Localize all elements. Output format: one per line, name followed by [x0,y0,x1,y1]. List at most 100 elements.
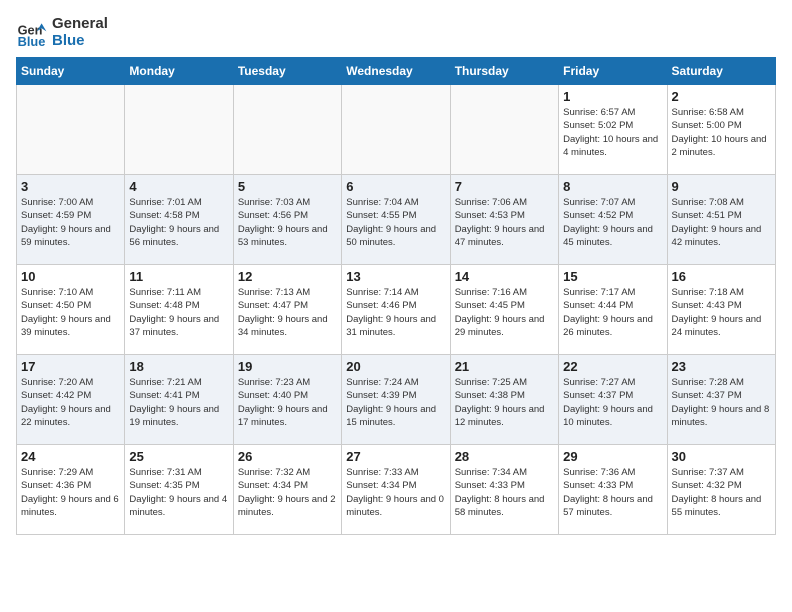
day-number: 2 [672,89,771,104]
day-info: Sunrise: 7:33 AM Sunset: 4:34 PM Dayligh… [346,466,445,519]
page-header: Gen Blue General Blue [16,16,776,49]
calendar-cell: 7 Sunrise: 7:06 AM Sunset: 4:53 PM Daylig… [450,175,558,265]
day-info: Sunrise: 7:24 AM Sunset: 4:39 PM Dayligh… [346,376,445,429]
calendar-cell: 21 Sunrise: 7:25 AM Sunset: 4:38 PM Dayli… [450,355,558,445]
day-number: 3 [21,179,120,194]
day-info: Sunrise: 7:01 AM Sunset: 4:58 PM Dayligh… [129,196,228,249]
calendar-cell: 16Sunrise: 7:18 AM Sunset: 4:43 PM Dayli… [667,265,775,355]
calendar-cell: 5 Sunrise: 7:03 AM Sunset: 4:56 PM Daylig… [233,175,341,265]
logo-general: General [52,16,108,33]
calendar-cell: 9 Sunrise: 7:08 AM Sunset: 4:51 PM Daylig… [667,175,775,265]
calendar-cell: 11 Sunrise: 7:11 AM Sunset: 4:48 PM Dayli… [125,265,233,355]
day-number: 22 [563,359,662,374]
calendar-cell: 24 Sunrise: 7:29 AM Sunset: 4:36 PM Dayli… [17,445,125,535]
calendar-week-3: 10 Sunrise: 7:10 AM Sunset: 4:50 PM Dayli… [17,265,776,355]
day-number: 30 [672,449,771,464]
calendar-cell: 4 Sunrise: 7:01 AM Sunset: 4:58 PM Daylig… [125,175,233,265]
day-info: Sunrise: 7:10 AM Sunset: 4:50 PM Dayligh… [21,286,120,339]
calendar-cell: 12 Sunrise: 7:13 AM Sunset: 4:47 PM Dayli… [233,265,341,355]
calendar-cell: 20 Sunrise: 7:24 AM Sunset: 4:39 PM Dayli… [342,355,450,445]
day-number: 27 [346,449,445,464]
day-number: 5 [238,179,337,194]
day-info: Sunrise: 7:37 AM Sunset: 4:32 PM Dayligh… [672,466,771,519]
calendar-cell [450,85,558,175]
calendar-cell: 22 Sunrise: 7:27 AM Sunset: 4:37 PM Dayli… [559,355,667,445]
day-number: 7 [455,179,554,194]
day-info: Sunrise: 7:25 AM Sunset: 4:38 PM Dayligh… [455,376,554,429]
calendar-cell: 13Sunrise: 7:14 AM Sunset: 4:46 PM Dayli… [342,265,450,355]
day-number: 28 [455,449,554,464]
day-number: 21 [455,359,554,374]
day-number: 12 [238,269,337,284]
calendar-cell: 2Sunrise: 6:58 AM Sunset: 5:00 PM Daylig… [667,85,775,175]
day-info: Sunrise: 6:57 AM Sunset: 5:02 PM Dayligh… [563,106,662,159]
day-number: 19 [238,359,337,374]
calendar-cell: 1 Sunrise: 6:57 AM Sunset: 5:02 PM Daylig… [559,85,667,175]
day-info: Sunrise: 7:13 AM Sunset: 4:47 PM Dayligh… [238,286,337,339]
day-number: 4 [129,179,228,194]
day-number: 14 [455,269,554,284]
weekday-header-saturday: Saturday [667,58,775,85]
calendar-cell: 14 Sunrise: 7:16 AM Sunset: 4:45 PM Dayli… [450,265,558,355]
day-info: Sunrise: 7:07 AM Sunset: 4:52 PM Dayligh… [563,196,662,249]
day-number: 18 [129,359,228,374]
weekday-header-friday: Friday [559,58,667,85]
day-info: Sunrise: 7:23 AM Sunset: 4:40 PM Dayligh… [238,376,337,429]
calendar-cell [233,85,341,175]
day-info: Sunrise: 7:34 AM Sunset: 4:33 PM Dayligh… [455,466,554,519]
calendar-cell: 10 Sunrise: 7:10 AM Sunset: 4:50 PM Dayli… [17,265,125,355]
svg-text:Blue: Blue [18,33,46,48]
calendar-week-2: 3 Sunrise: 7:00 AM Sunset: 4:59 PM Daylig… [17,175,776,265]
day-number: 23 [672,359,771,374]
weekday-header-sunday: Sunday [17,58,125,85]
calendar-cell: 15 Sunrise: 7:17 AM Sunset: 4:44 PM Dayli… [559,265,667,355]
day-number: 6 [346,179,445,194]
day-info: Sunrise: 7:31 AM Sunset: 4:35 PM Dayligh… [129,466,228,519]
calendar-cell [125,85,233,175]
logo-blue: Blue [52,33,108,50]
day-number: 8 [563,179,662,194]
calendar-cell: 8 Sunrise: 7:07 AM Sunset: 4:52 PM Daylig… [559,175,667,265]
day-info: Sunrise: 7:36 AM Sunset: 4:33 PM Dayligh… [563,466,662,519]
calendar-cell: 23 Sunrise: 7:28 AM Sunset: 4:37 PM Dayli… [667,355,775,445]
calendar-cell: 3 Sunrise: 7:00 AM Sunset: 4:59 PM Daylig… [17,175,125,265]
day-number: 9 [672,179,771,194]
day-number: 16 [672,269,771,284]
weekday-header-wednesday: Wednesday [342,58,450,85]
day-info: Sunrise: 7:28 AM Sunset: 4:37 PM Dayligh… [672,376,771,429]
day-info: Sunrise: 7:00 AM Sunset: 4:59 PM Dayligh… [21,196,120,249]
day-info: Sunrise: 7:16 AM Sunset: 4:45 PM Dayligh… [455,286,554,339]
day-number: 29 [563,449,662,464]
day-number: 24 [21,449,120,464]
day-number: 25 [129,449,228,464]
day-info: Sunrise: 7:03 AM Sunset: 4:56 PM Dayligh… [238,196,337,249]
calendar-week-4: 17Sunrise: 7:20 AM Sunset: 4:42 PM Dayli… [17,355,776,445]
day-number: 11 [129,269,228,284]
day-info: Sunrise: 7:20 AM Sunset: 4:42 PM Dayligh… [21,376,120,429]
day-number: 15 [563,269,662,284]
calendar-week-5: 24 Sunrise: 7:29 AM Sunset: 4:36 PM Dayli… [17,445,776,535]
calendar-cell: 30 Sunrise: 7:37 AM Sunset: 4:32 PM Dayli… [667,445,775,535]
day-info: Sunrise: 7:06 AM Sunset: 4:53 PM Dayligh… [455,196,554,249]
calendar-cell [17,85,125,175]
day-info: Sunrise: 7:11 AM Sunset: 4:48 PM Dayligh… [129,286,228,339]
day-info: Sunrise: 7:08 AM Sunset: 4:51 PM Dayligh… [672,196,771,249]
day-info: Sunrise: 7:27 AM Sunset: 4:37 PM Dayligh… [563,376,662,429]
weekday-header-monday: Monday [125,58,233,85]
calendar-table: SundayMondayTuesdayWednesdayThursdayFrid… [16,57,776,535]
calendar-week-1: 1 Sunrise: 6:57 AM Sunset: 5:02 PM Daylig… [17,85,776,175]
weekday-header-row: SundayMondayTuesdayWednesdayThursdayFrid… [17,58,776,85]
day-number: 1 [563,89,662,104]
day-number: 10 [21,269,120,284]
day-info: Sunrise: 7:14 AM Sunset: 4:46 PM Dayligh… [346,286,445,339]
day-info: Sunrise: 7:17 AM Sunset: 4:44 PM Dayligh… [563,286,662,339]
logo-icon: Gen Blue [16,17,48,49]
calendar-cell: 19 Sunrise: 7:23 AM Sunset: 4:40 PM Dayli… [233,355,341,445]
day-number: 20 [346,359,445,374]
calendar-cell [342,85,450,175]
calendar-cell: 27 Sunrise: 7:33 AM Sunset: 4:34 PM Dayli… [342,445,450,535]
day-info: Sunrise: 7:04 AM Sunset: 4:55 PM Dayligh… [346,196,445,249]
day-info: Sunrise: 7:29 AM Sunset: 4:36 PM Dayligh… [21,466,120,519]
weekday-header-tuesday: Tuesday [233,58,341,85]
calendar-cell: 28 Sunrise: 7:34 AM Sunset: 4:33 PM Dayli… [450,445,558,535]
